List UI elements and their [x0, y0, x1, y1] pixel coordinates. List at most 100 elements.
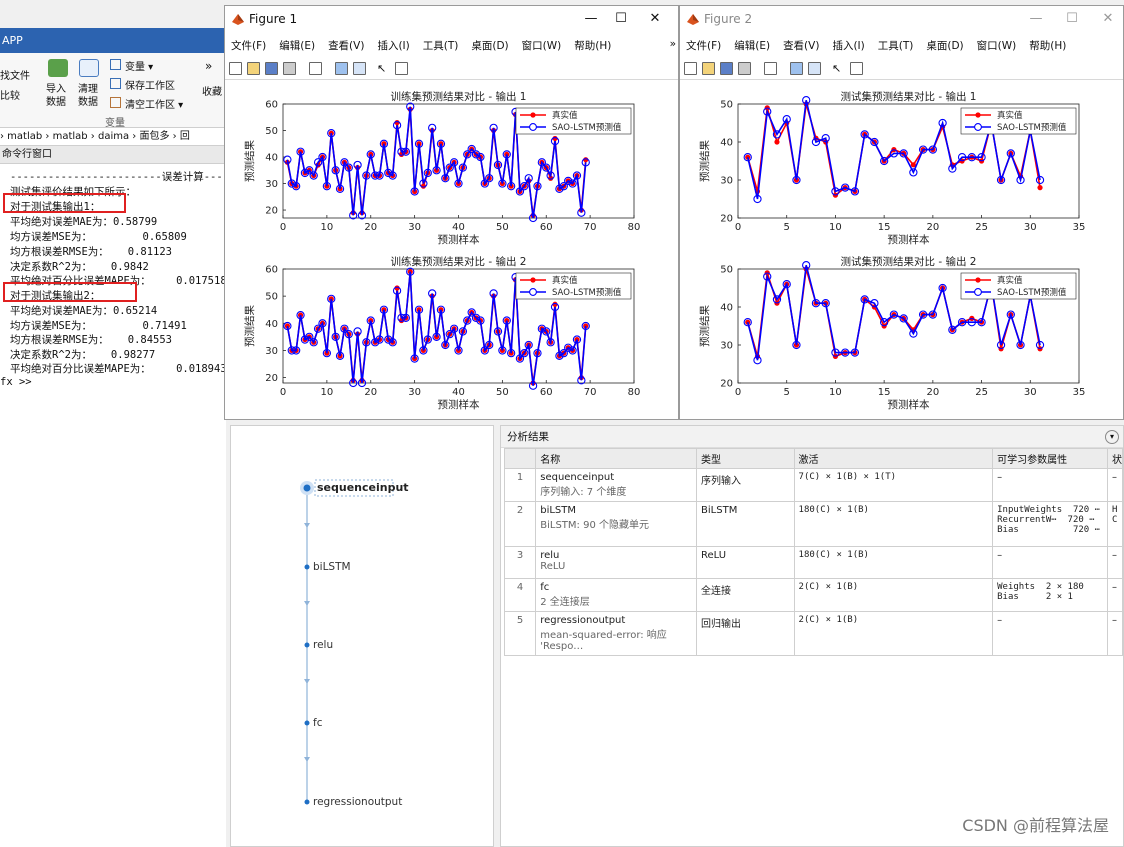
colorbar-icon[interactable] — [335, 62, 348, 75]
table-row[interactable]: 2 biLSTM BiLSTM: 90 个隐藏单元 BiLSTM 180(C) ×… — [503, 501, 1124, 547]
layer-label[interactable]: relu — [313, 639, 333, 651]
x-tick-label: 0 — [735, 387, 741, 398]
menu-desktop[interactable]: 桌面(D) — [926, 38, 963, 53]
menu-insert[interactable]: 插入(I) — [377, 38, 409, 53]
col-learnables[interactable]: 可学习参数属性 — [992, 448, 1108, 469]
menu-file[interactable]: 文件(F) — [231, 38, 266, 53]
favorites-button[interactable]: 收藏 — [202, 83, 222, 98]
link-plot-icon[interactable] — [764, 62, 777, 75]
menu-tools[interactable]: 工具(T) — [423, 38, 459, 53]
col-activation[interactable]: 激活 — [793, 448, 994, 469]
print-icon[interactable] — [738, 62, 751, 75]
menu-edit[interactable]: 编辑(E) — [734, 38, 770, 53]
minimize-button[interactable]: — — [1021, 6, 1051, 32]
maximize-button[interactable]: ☐ — [606, 6, 636, 32]
legend-label-pred: SAO-LSTM预测值 — [552, 122, 622, 133]
y-tick-label: 20 — [720, 214, 733, 225]
y-tick-label: 30 — [265, 179, 278, 190]
legend-icon[interactable] — [353, 62, 366, 75]
layer-state: – — [1106, 546, 1124, 579]
close-button[interactable]: ✕ — [1093, 6, 1123, 32]
new-figure-icon[interactable] — [684, 62, 697, 75]
chart-test-output2[interactable]: 测试集预测结果对比 - 输出 2 0 5 10 15 20 25 30 35 20 30 40 50 预测… — [680, 251, 1123, 416]
x-tick-label: 80 — [628, 387, 641, 398]
layer-learnables: Weights 2 × 180 Bias 2 × 1 — [992, 578, 1108, 612]
table-row[interactable]: 5 regressionoutput mean-squared-error: 响应… — [503, 611, 1124, 656]
legend-icon[interactable] — [808, 62, 821, 75]
minimize-button[interactable]: — — [576, 6, 606, 32]
layer-label[interactable]: fc — [313, 717, 322, 729]
x-tick-label: 0 — [735, 222, 741, 233]
variable-button[interactable]: 变量 ▾ — [110, 58, 153, 73]
col-index[interactable] — [503, 448, 537, 469]
node-bilstm[interactable] — [304, 564, 310, 570]
cmd-line: 均方根误差RMSE为： 0.84553 — [10, 334, 173, 346]
menu-window[interactable]: 窗口(W) — [522, 38, 562, 53]
cmd-line: 决定系数R^2为： 0.98277 — [10, 349, 156, 361]
chart-train-output2[interactable]: 训练集预测结果对比 - 输出 2 0 10 20 30 40 50 60 70 80 20 30 40 5… — [225, 251, 678, 416]
layer-name: biLSTM — [540, 505, 577, 516]
import-data-button[interactable]: 导入 数据 — [46, 83, 66, 109]
table-row[interactable]: 3 relu ReLU ReLU 180(C) × 1(B) – – — [503, 546, 1124, 579]
clean-data-button[interactable]: 清理 数据 — [78, 83, 98, 109]
layer-label[interactable]: biLSTM — [313, 561, 351, 573]
layer-desc: 序列输入: 7 个维度 — [540, 487, 627, 498]
node-regressionoutput[interactable] — [304, 799, 310, 805]
clear-workspace-button[interactable]: 清空工作区 ▾ — [110, 96, 183, 111]
print-icon[interactable] — [283, 62, 296, 75]
chart-test-output1[interactable]: 测试集预测结果对比 - 输出 1 0 5 10 15 20 25 30 35 20 30 40 50 预测… — [680, 86, 1123, 251]
menu-desktop[interactable]: 桌面(D) — [471, 38, 508, 53]
menu-file[interactable]: 文件(F) — [686, 38, 721, 53]
maximize-button[interactable]: ☐ — [1057, 6, 1087, 32]
command-prompt[interactable]: fx >> — [0, 376, 32, 388]
layer-label[interactable]: sequenceinput — [317, 481, 409, 494]
pointer-icon[interactable]: ↖ — [377, 62, 390, 75]
import-data-icon — [48, 59, 68, 77]
node-relu[interactable] — [304, 642, 310, 648]
ribbon-overflow[interactable]: » — [205, 59, 212, 73]
node-sequenceinput[interactable] — [303, 484, 311, 492]
pointer-icon[interactable]: ↖ — [832, 62, 845, 75]
open-file-icon[interactable] — [702, 62, 715, 75]
find-files-button[interactable]: 找文件 — [0, 67, 30, 82]
save-workspace-button[interactable]: 保存工作区 — [110, 77, 175, 92]
x-tick-label: 0 — [280, 387, 286, 398]
breadcrumb[interactable]: › matlab › matlab › daima › 面包多 › 回 — [0, 128, 226, 146]
open-file-icon[interactable] — [247, 62, 260, 75]
property-editor-icon[interactable] — [395, 62, 408, 75]
layer-label[interactable]: regressionoutput — [313, 796, 402, 808]
x-axis-label: 预测样本 — [438, 233, 480, 246]
figure2-window: Figure 2 — ☐ ✕ 文件(F) 编辑(E) 查看(V) 插入(I) 工具(T)… — [679, 5, 1124, 420]
collapse-icon[interactable]: ▾ — [1105, 430, 1119, 444]
menu-help[interactable]: 帮助(H) — [1029, 38, 1066, 53]
y-tick-label: 40 — [265, 153, 278, 164]
menu-view[interactable]: 查看(V) — [783, 38, 819, 53]
save-icon[interactable] — [720, 62, 733, 75]
property-editor-icon[interactable] — [850, 62, 863, 75]
col-state[interactable]: 状 — [1106, 448, 1124, 469]
chart-train-output1[interactable]: 训练集预测结果对比 - 输出 1 0 10 20 30 40 50 60 70 80 20 30 40 5… — [225, 86, 678, 251]
node-fc[interactable] — [304, 720, 310, 726]
menu-window[interactable]: 窗口(W) — [977, 38, 1017, 53]
menu-tools[interactable]: 工具(T) — [878, 38, 914, 53]
table-row[interactable]: 4 fc 2 全连接层 全连接 2(C) × 1(B) Weights 2 × 1… — [503, 578, 1124, 612]
row-index: 5 — [503, 611, 537, 656]
colorbar-icon[interactable] — [790, 62, 803, 75]
link-plot-icon[interactable] — [309, 62, 322, 75]
new-figure-icon[interactable] — [229, 62, 242, 75]
save-workspace-icon — [110, 78, 121, 89]
menu-overflow[interactable]: » — [670, 38, 676, 50]
menu-help[interactable]: 帮助(H) — [574, 38, 611, 53]
menu-edit[interactable]: 编辑(E) — [279, 38, 315, 53]
menu-view[interactable]: 查看(V) — [328, 38, 364, 53]
col-name[interactable]: 名称 — [535, 448, 698, 469]
close-button[interactable]: ✕ — [640, 6, 670, 32]
figure2-toolbar: ↖ — [680, 58, 1123, 80]
command-window[interactable]: ------------------------误差计算---- 测试集评价结果… — [0, 164, 226, 847]
compare-button[interactable]: 比较 — [0, 87, 20, 102]
menu-insert[interactable]: 插入(I) — [832, 38, 864, 53]
save-icon[interactable] — [265, 62, 278, 75]
table-row[interactable]: 1 sequenceinput 序列输入: 7 个维度 序列输入 7(C) × 1… — [503, 468, 1124, 502]
figure1-toolbar: ↖ — [225, 58, 678, 80]
col-type[interactable]: 类型 — [696, 448, 795, 469]
